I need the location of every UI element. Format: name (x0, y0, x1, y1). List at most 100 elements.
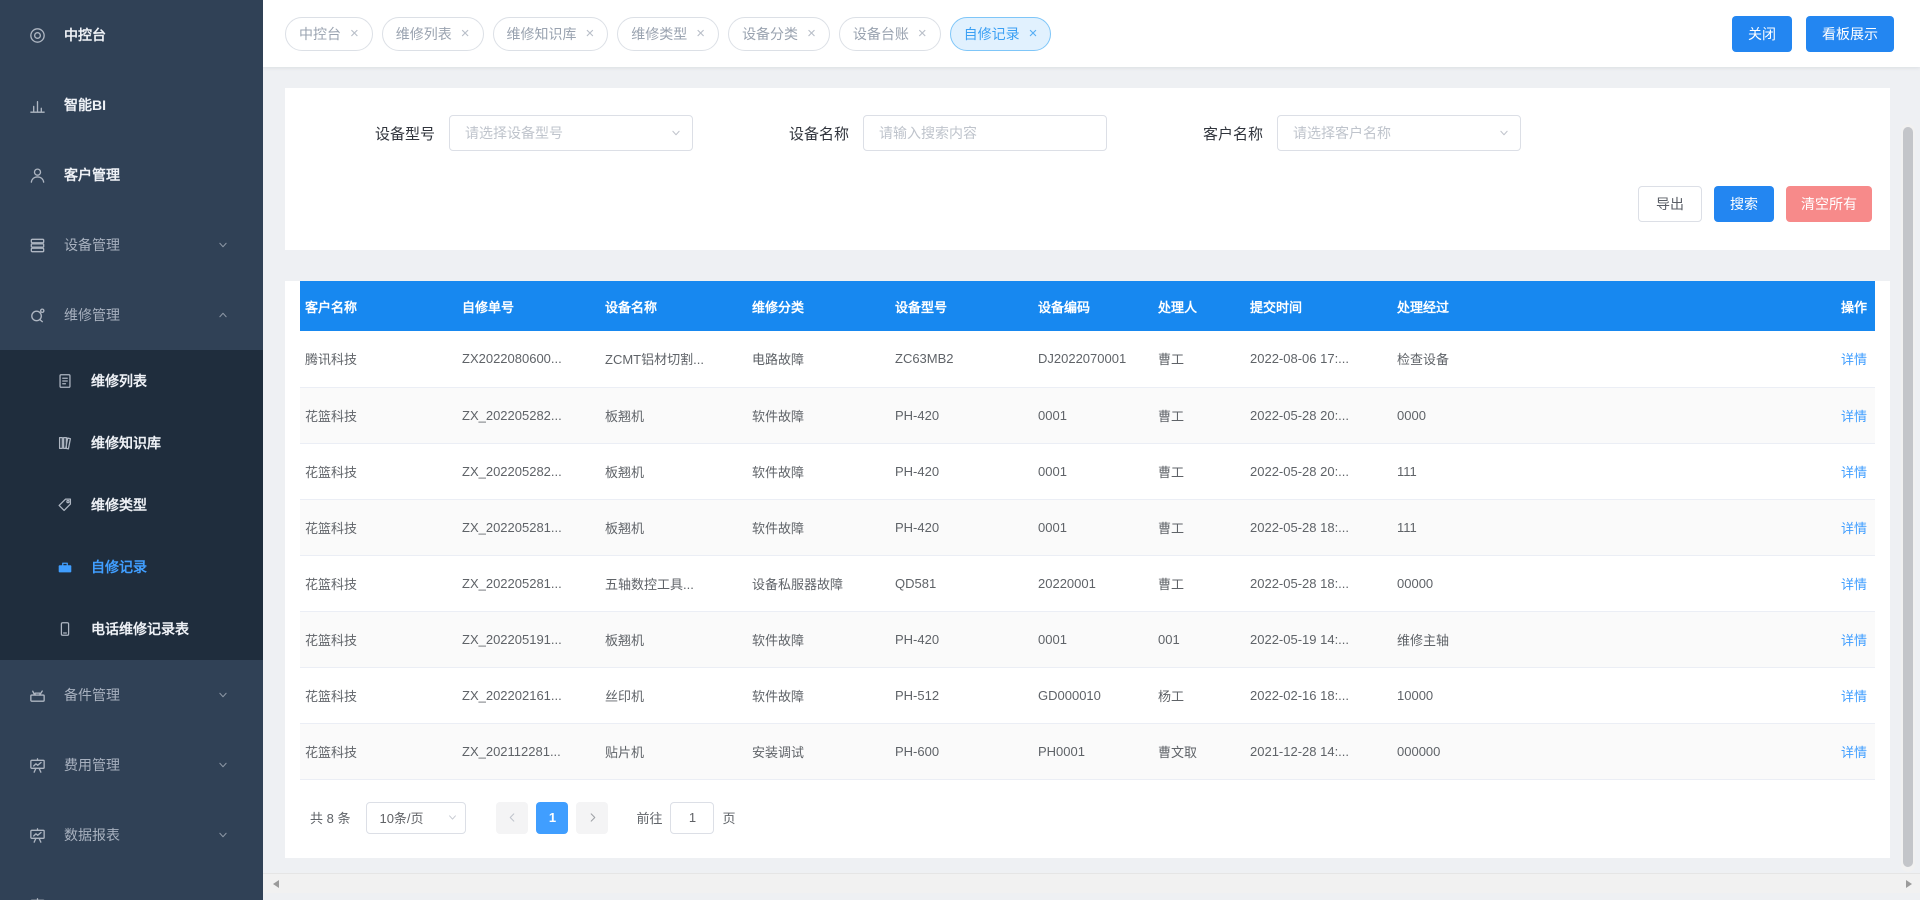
col-order-number: 自修单号 (457, 281, 600, 331)
detail-link[interactable]: 详情 (1841, 409, 1867, 424)
detail-link[interactable]: 详情 (1841, 521, 1867, 536)
repair-search-icon (28, 306, 47, 325)
scroll-left-arrow-icon[interactable] (273, 880, 279, 888)
sidebar-item-partial[interactable] (0, 870, 263, 900)
vertical-scrollbar[interactable] (1901, 124, 1915, 872)
sidebar-item-cost-mgmt[interactable]: 费用管理 (0, 730, 263, 800)
export-button[interactable]: 导出 (1638, 186, 1702, 222)
tab-label: 设备台账 (853, 24, 909, 44)
close-icon[interactable]: × (1029, 26, 1038, 41)
presentation-board-icon (28, 756, 47, 775)
tab-label: 维修类型 (631, 24, 687, 44)
sidebar-item-repair-knowledge[interactable]: 维修知识库 (0, 412, 263, 474)
sidebar-item-repair-list[interactable]: 维修列表 (0, 350, 263, 412)
col-customer-name: 客户名称 (300, 281, 457, 331)
sidebar-item-label: 维修列表 (91, 371, 147, 391)
tab-label: 中控台 (299, 24, 341, 44)
search-button[interactable]: 搜索 (1714, 186, 1774, 222)
customer-name-label: 客户名称 (1203, 123, 1263, 144)
sidebar-item-label: 中控台 (64, 25, 106, 45)
table-header-row: 客户名称 自修单号 设备名称 维修分类 设备型号 设备编码 处理人 提交时间 处… (300, 281, 1875, 331)
pagination: 共 8 条 10条/页 1 前往 页 (300, 780, 1875, 834)
detail-link[interactable]: 详情 (1841, 577, 1867, 592)
col-repair-category: 维修分类 (747, 281, 890, 331)
chevron-up-icon (216, 308, 230, 322)
open-tabs: 中控台 × 维修列表 × 维修知识库 × 维修类型 × 设备分类 × (285, 17, 1051, 51)
page-unit-label: 页 (722, 808, 735, 827)
toolbox-icon (28, 686, 47, 705)
prev-page-button[interactable] (496, 802, 528, 834)
sidebar-item-label: 自修记录 (91, 557, 147, 577)
sidebar-item-device-mgmt[interactable]: 设备管理 (0, 210, 263, 280)
vertical-scrollbar-thumb[interactable] (1903, 127, 1913, 867)
sidebar-submenu-repair: 维修列表 维修知识库 维修类型 自修记录 电话维修记录表 (0, 350, 263, 660)
chevron-down-icon (216, 828, 230, 842)
sidebar-item-smart-bi[interactable]: 智能BI (0, 70, 263, 140)
table-row[interactable]: 花篮科技 ZX_202205281... 板翘机 软件故障 PH-420 000… (300, 499, 1875, 555)
sidebar-item-console[interactable]: 中控台 (0, 0, 263, 70)
table-row[interactable]: 花篮科技 ZX_202205282... 板翘机 软件故障 PH-420 000… (300, 443, 1875, 499)
sidebar-item-label: 维修知识库 (91, 433, 161, 453)
detail-link[interactable]: 详情 (1841, 352, 1867, 367)
detail-link[interactable]: 详情 (1841, 745, 1867, 760)
col-handler: 处理人 (1153, 281, 1245, 331)
tab-self-repair-records[interactable]: 自修记录 × (950, 17, 1052, 51)
detail-link[interactable]: 详情 (1841, 465, 1867, 480)
select-placeholder: 请选择设备型号 (465, 123, 563, 143)
detail-link[interactable]: 详情 (1841, 689, 1867, 704)
main-area: 中控台 × 维修列表 × 维修知识库 × 维修类型 × 设备分类 × (263, 0, 1920, 900)
sidebar-item-self-repair-records[interactable]: 自修记录 (0, 536, 263, 598)
clear-all-button[interactable]: 清空所有 (1786, 186, 1872, 222)
tab-device-ledger[interactable]: 设备台账 × (839, 17, 941, 51)
tab-console[interactable]: 中控台 × (285, 17, 373, 51)
table-row[interactable]: 花篮科技 ZX_202205191... 板翘机 软件故障 PH-420 000… (300, 611, 1875, 667)
scroll-right-arrow-icon[interactable] (1906, 880, 1912, 888)
goto-label: 前往 (636, 808, 662, 827)
sidebar-item-customer-mgmt[interactable]: 客户管理 (0, 140, 263, 210)
close-icon[interactable]: × (350, 26, 359, 41)
table-row[interactable]: 花篮科技 ZX_202112281... 贴片机 安装调试 PH-600 PH0… (300, 723, 1875, 779)
sidebar-item-repair-mgmt[interactable]: 维修管理 (0, 280, 263, 350)
records-table-panel: 客户名称 自修单号 设备名称 维修分类 设备型号 设备编码 处理人 提交时间 处… (285, 281, 1890, 858)
device-name-input[interactable] (863, 115, 1107, 151)
close-icon[interactable]: × (807, 26, 816, 41)
detail-link[interactable]: 详情 (1841, 633, 1867, 648)
goto-page-input[interactable] (670, 802, 714, 834)
bar-chart-icon (28, 96, 47, 115)
sidebar-item-spare-parts-mgmt[interactable]: 备件管理 (0, 660, 263, 730)
sidebar-item-repair-type[interactable]: 维修类型 (0, 474, 263, 536)
next-page-button[interactable] (576, 802, 608, 834)
chevron-right-icon (586, 811, 599, 824)
tab-label: 自修记录 (964, 24, 1020, 44)
sidebar-item-phone-repair-records[interactable]: 电话维修记录表 (0, 598, 263, 660)
customer-name-select[interactable]: 请选择客户名称 (1277, 115, 1521, 151)
close-icon[interactable]: × (461, 26, 470, 41)
board-display-button[interactable]: 看板展示 (1806, 16, 1894, 52)
page-size-select[interactable]: 10条/页 (366, 802, 466, 834)
table-row[interactable]: 腾讯科技 ZX2022080600... ZCMT铝材切割... 电路故障 ZC… (300, 331, 1875, 387)
tab-repair-knowledge[interactable]: 维修知识库 × (493, 17, 609, 51)
sidebar-item-label: 备件管理 (64, 685, 120, 705)
tab-device-category[interactable]: 设备分类 × (728, 17, 830, 51)
tab-repair-type[interactable]: 维修类型 × (617, 17, 719, 51)
sidebar: 中控台 智能BI 客户管理 设备管理 维修管理 维修列表 (0, 0, 263, 900)
page-number-1[interactable]: 1 (536, 802, 568, 834)
briefcase-icon (56, 558, 74, 576)
sidebar-item-label: 客户管理 (64, 165, 120, 185)
col-process: 处理经过 (1392, 281, 1813, 331)
table-row[interactable]: 花篮科技 ZX_202205282... 板翘机 软件故障 PH-420 000… (300, 387, 1875, 443)
tab-repair-list[interactable]: 维修列表 × (382, 17, 484, 51)
horizontal-scrollbar[interactable] (263, 873, 1920, 893)
close-icon[interactable]: × (586, 26, 595, 41)
sidebar-item-label: 数据报表 (64, 825, 120, 845)
sidebar-item-data-reports[interactable]: 数据报表 (0, 800, 263, 870)
close-button[interactable]: 关闭 (1732, 16, 1792, 52)
close-icon[interactable]: × (696, 26, 705, 41)
table-row[interactable]: 花篮科技 ZX_202205281... 五轴数控工具... 设备私服器故障 Q… (300, 555, 1875, 611)
close-icon[interactable]: × (918, 26, 927, 41)
menu-icon (28, 896, 47, 900)
device-model-select[interactable]: 请选择设备型号 (449, 115, 693, 151)
chevron-down-icon (216, 758, 230, 772)
table-row[interactable]: 花篮科技 ZX_202202161... 丝印机 软件故障 PH-512 GD0… (300, 667, 1875, 723)
tab-label: 设备分类 (742, 24, 798, 44)
